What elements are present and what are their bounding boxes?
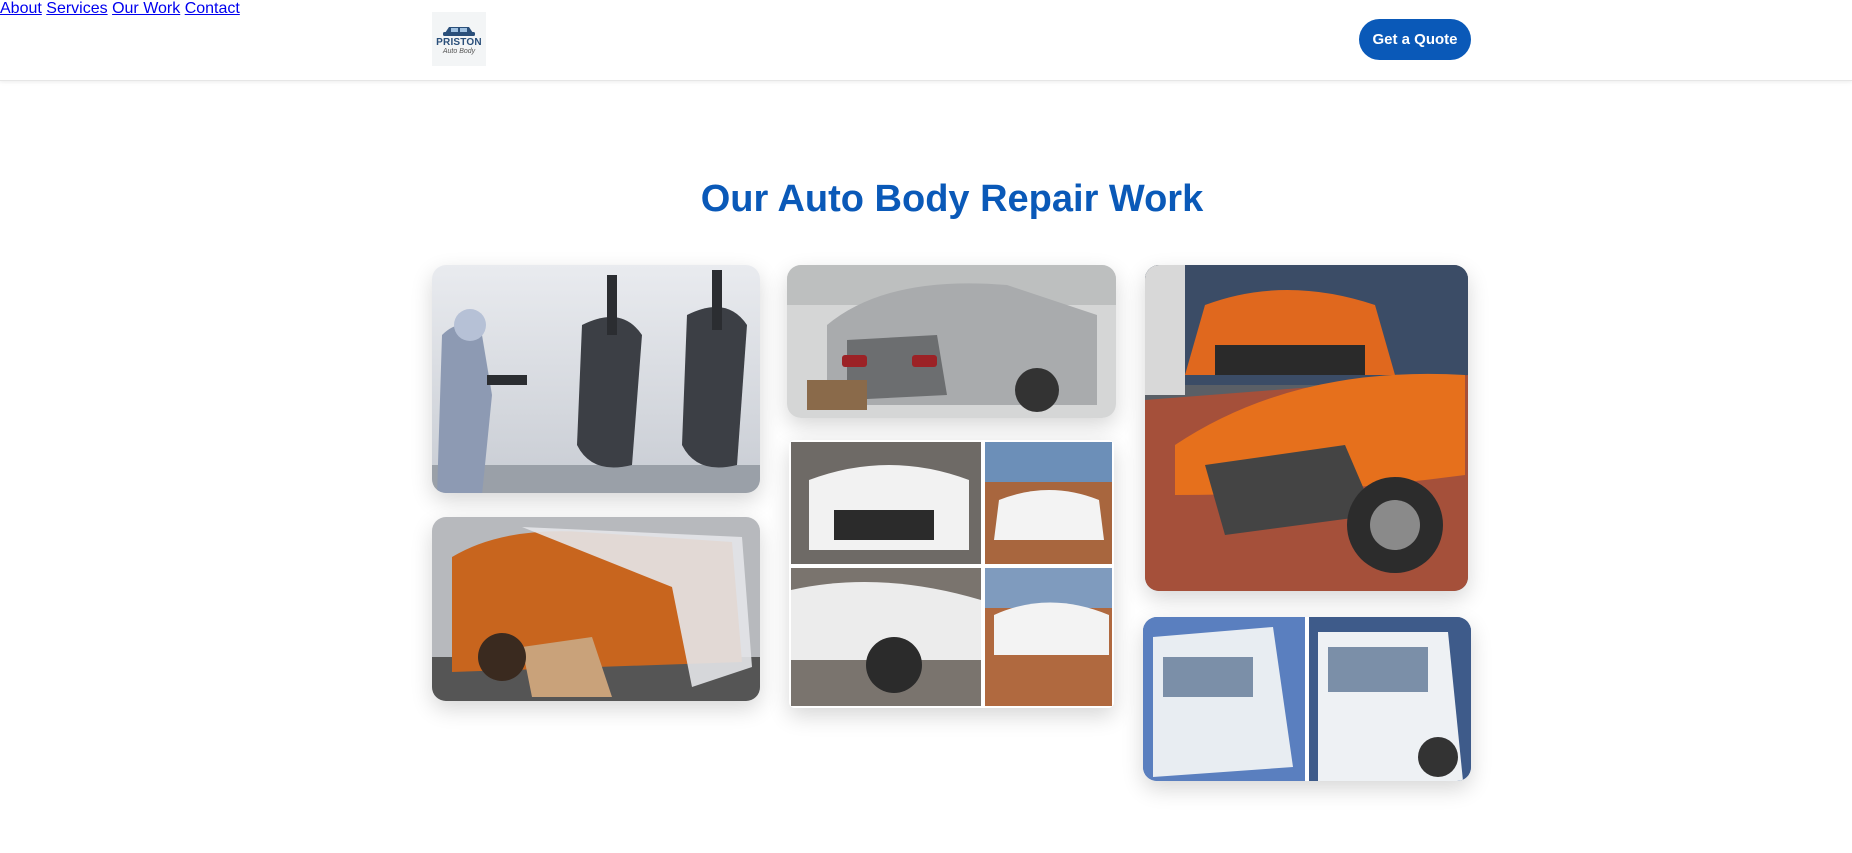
gallery-photo-orange-pickup[interactable] [432,517,760,701]
main-nav: About Services Our Work Contact [0,0,1852,18]
get-quote-button[interactable]: Get a Quote [1359,19,1471,60]
nav-about[interactable]: About [0,0,42,17]
nav-contact[interactable]: Contact [185,0,240,17]
nav-our-work[interactable]: Our Work [112,0,180,17]
site-header: PRISTON Auto Body About Services Our Wor… [0,0,1852,81]
car-logo-icon [443,26,475,36]
section-title: Our Auto Body Repair Work [700,178,1204,220]
photo-icon [789,440,1114,708]
gallery-photo-spray-painting[interactable] [432,265,760,493]
brand-logo[interactable]: PRISTON Auto Body [432,12,486,66]
logo-tagline: Auto Body [442,47,476,55]
photo-icon [1145,265,1468,591]
photo-icon [432,265,760,493]
logo-wordmark: PRISTON [436,36,482,48]
gallery-photo-white-trucks[interactable] [1143,617,1471,781]
gallery-photo-damaged-hatchback[interactable] [787,265,1116,418]
photo-icon [1143,617,1471,781]
gallery-photo-ford-ranger-collage[interactable] [789,440,1114,708]
gallery-photo-renault-damage[interactable] [1145,265,1468,591]
nav-services[interactable]: Services [46,0,107,17]
photo-icon [787,265,1116,418]
photo-icon [432,517,760,701]
